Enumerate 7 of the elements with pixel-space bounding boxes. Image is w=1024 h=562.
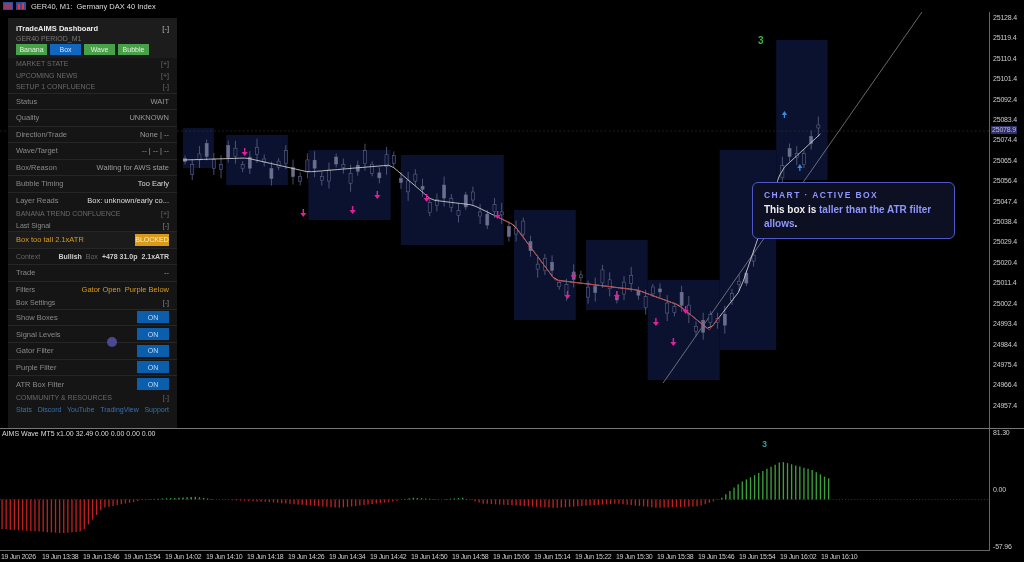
chart-icon[interactable]	[16, 2, 26, 10]
menu-icon[interactable]	[3, 2, 13, 10]
wave-count-label: 3	[758, 35, 764, 46]
callout-heading: CHART · ACTIVE BOX	[764, 190, 880, 200]
wave-count-label: 3	[762, 439, 767, 449]
pointer-dot-icon	[107, 337, 117, 347]
callout-text: This box is taller than the ATR filter allows.	[764, 203, 933, 231]
